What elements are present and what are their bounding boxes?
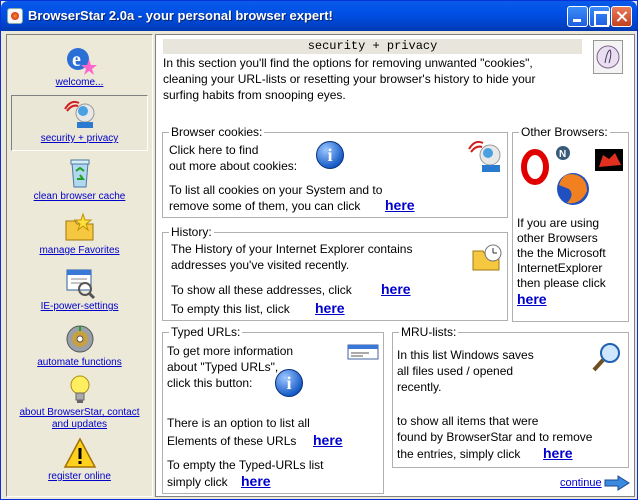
other-browsers-text: If you are using — [517, 216, 600, 230]
mru-text: to show all items that were — [397, 414, 539, 428]
sidebar-item-favorites[interactable]: manage Favorites — [11, 211, 148, 257]
sidebar-item-welcome[interactable]: e welcome... — [11, 43, 148, 89]
sidebar-item-label: automate functions — [37, 357, 122, 368]
typed-urls-text: click this button: — [167, 376, 253, 390]
other-browsers-text: the the Microsoft — [517, 246, 606, 260]
other-browsers-link[interactable]: here — [517, 291, 547, 307]
typed-urls-text: about "Typed URLs", — [167, 360, 279, 374]
favorites-folder-icon — [63, 211, 97, 243]
typed-urls-text: To empty the Typed-URLs list — [167, 458, 324, 472]
typed-urls-text: Elements of these URLs — [167, 434, 297, 448]
sidebar-item-label: security + privacy — [40, 133, 119, 144]
mru-link[interactable]: here — [543, 445, 573, 461]
other-browsers-text: other Browsers — [517, 231, 598, 245]
continue-link[interactable]: continue — [560, 477, 602, 489]
cookies-group: Browser cookies: Click here to find out … — [162, 125, 508, 218]
group-title: MRU-lists: — [399, 325, 459, 339]
info-button[interactable]: i — [275, 369, 303, 397]
typed-urls-text: simply click — [167, 475, 228, 489]
cookies-text: Click here to find — [169, 143, 259, 157]
history-text: To empty this list, click — [171, 302, 290, 316]
cookies-text: out more about cookies: — [169, 159, 298, 173]
history-text: addresses you've visited recently. — [171, 258, 350, 272]
history-text: To show all these addresses, click — [171, 283, 352, 297]
sidebar-item-security[interactable]: security + privacy — [11, 95, 148, 151]
sidebar-item-label: register online — [48, 471, 111, 482]
other-browsers-text: then please click — [517, 276, 606, 290]
sidebar: e welcome... security + privacy clean br… — [6, 34, 153, 497]
sidebar-item-about[interactable]: about BrowserStar, contact and updates — [11, 373, 148, 431]
warning-icon — [63, 437, 97, 469]
section-description: In this section you'll find the options … — [163, 56, 536, 102]
group-title: Other Browsers: — [519, 125, 610, 139]
cookie-computer-icon — [467, 139, 503, 175]
sidebar-item-label: IE-power-settings — [40, 301, 119, 312]
privacy-lock-icon — [593, 40, 623, 74]
sidebar-item-label: welcome... — [55, 77, 104, 88]
sidebar-item-register[interactable]: register online — [11, 437, 148, 483]
typed-urls-empty-link[interactable]: here — [241, 473, 271, 489]
history-show-link[interactable]: here — [381, 281, 411, 297]
cookies-list-link[interactable]: here — [385, 197, 415, 213]
maximize-button[interactable] — [589, 6, 610, 27]
browser-logos-icon: N — [517, 145, 625, 207]
sidebar-item-automate[interactable]: automate functions — [11, 323, 148, 369]
mru-text: recently. — [397, 380, 442, 394]
typed-urls-group: Typed URLs: To get more information abou… — [162, 325, 384, 494]
settings-window-icon — [63, 267, 97, 300]
group-title: Typed URLs: — [169, 325, 243, 339]
section-title: security + privacy — [163, 39, 582, 54]
group-title: History: — [169, 225, 214, 239]
app-window: BrowserStar 2.0a - your personal browser… — [0, 0, 638, 500]
mru-text: In this list Windows saves — [397, 348, 534, 362]
svg-text:N: N — [559, 149, 566, 160]
sidebar-item-ie-power[interactable]: IE-power-settings — [11, 267, 148, 313]
typed-urls-text: There is an option to list all — [167, 416, 310, 430]
minimize-button[interactable] — [567, 6, 588, 27]
mru-text: found by BrowserStar and to remove — [397, 430, 593, 444]
group-title: Browser cookies: — [169, 125, 265, 139]
sidebar-item-label: manage Favorites — [39, 245, 120, 256]
title-bar[interactable]: BrowserStar 2.0a - your personal browser… — [1, 1, 637, 31]
lightbulb-icon — [63, 373, 97, 405]
sidebar-item-clean-cache[interactable]: clean browser cache — [11, 157, 148, 203]
content-panel: security + privacy In this section you'l… — [155, 34, 635, 497]
magnifier-icon — [591, 341, 623, 373]
cookies-text: To list all cookies on your System and t… — [169, 183, 383, 197]
history-empty-link[interactable]: here — [315, 300, 345, 316]
svg-text:e: e — [72, 49, 81, 71]
app-icon — [7, 8, 23, 24]
automate-disc-icon — [63, 323, 97, 355]
window-title: BrowserStar 2.0a - your personal browser… — [28, 8, 333, 23]
mru-lists-group: MRU-lists: In this list Windows saves al… — [392, 325, 629, 468]
history-text: The History of your Internet Explorer co… — [171, 242, 413, 256]
typed-urls-list-link[interactable]: here — [313, 432, 343, 448]
sidebar-item-label: about BrowserStar, contact and updates — [19, 407, 140, 430]
other-browsers-text: InternetExplorer — [517, 261, 603, 275]
close-button[interactable] — [611, 6, 632, 27]
ie-welcome-icon: e — [63, 43, 97, 75]
other-browsers-group: Other Browsers: N If you are using other… — [512, 125, 629, 322]
recycle-bin-icon — [63, 157, 97, 189]
history-group: History: The History of your Internet Ex… — [162, 225, 508, 321]
history-folder-icon — [471, 241, 505, 273]
sidebar-item-label: clean browser cache — [33, 191, 126, 202]
url-bar-icon — [347, 341, 379, 363]
typed-urls-text: To get more information — [167, 344, 294, 358]
cookies-text: remove some of them, you can click — [169, 199, 361, 213]
info-button[interactable]: i — [316, 141, 344, 169]
mru-text: all files used / opened — [397, 364, 514, 378]
mru-text: the entries, simply click — [397, 447, 521, 461]
right-arrow-icon[interactable] — [604, 475, 630, 491]
security-computer-icon — [63, 99, 97, 131]
